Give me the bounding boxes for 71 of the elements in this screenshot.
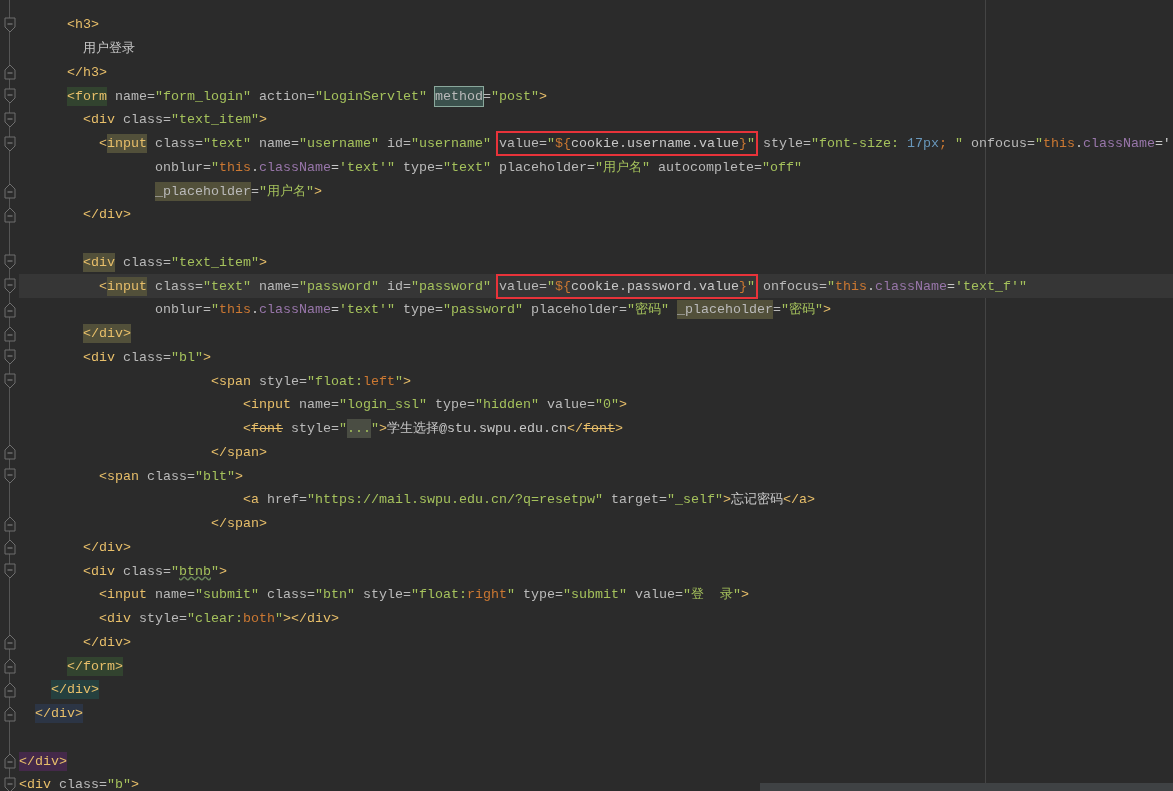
fold-marker-icon[interactable] xyxy=(3,444,16,461)
fold-marker-icon[interactable] xyxy=(3,278,16,295)
folded-text: ... xyxy=(346,419,371,439)
fold-marker-icon[interactable] xyxy=(3,64,16,81)
fold-marker-icon[interactable] xyxy=(3,111,16,128)
code-text: onfocus="this.className='text_f'" xyxy=(761,277,1027,296)
code-text: <input name="login_ssl" type="hidden" value="0"> xyxy=(241,396,627,415)
highlight-box: value="${cookie.password.value}" xyxy=(498,276,755,296)
fold-marker-icon[interactable] xyxy=(3,468,16,485)
code-text: style="font-size: 17px; " onfocus="this.className=' xyxy=(761,135,1171,154)
code-text: </span> xyxy=(209,515,267,534)
code-text: <div class="b"> xyxy=(19,776,139,791)
code-text: class="text_item"> xyxy=(122,253,267,272)
code-text: < xyxy=(97,277,107,296)
warning-highlight: <div xyxy=(83,252,115,272)
code-text: ="用户名"> xyxy=(250,182,322,201)
code-text: </div> xyxy=(82,633,131,652)
scope-highlight: </div> xyxy=(51,680,99,700)
code-text: name="form_login" action="LoginServlet" xyxy=(114,87,428,106)
fold-marker-icon[interactable] xyxy=(3,681,16,698)
fold-marker-icon[interactable] xyxy=(3,563,16,580)
fold-marker-icon[interactable] xyxy=(3,539,16,556)
code-text: <span class="blt"> xyxy=(97,467,243,486)
fold-marker-icon[interactable] xyxy=(3,373,16,390)
code-text: <span style="float:left"> xyxy=(209,372,411,391)
fold-marker-icon[interactable] xyxy=(3,776,16,791)
code-text: <a href="https://mail.swpu.edu.cn/?q=resetpw" target="_self">忘记密码</a> xyxy=(241,491,815,510)
code-text: ="密码"> xyxy=(772,301,831,320)
fold-marker-icon[interactable] xyxy=(3,16,16,33)
code-text: class="text" name="username" id="username" xyxy=(153,135,492,154)
fold-marker-icon[interactable] xyxy=(3,183,16,200)
warning-highlight: _placeholder xyxy=(676,300,773,320)
scope-highlight: </div> xyxy=(35,704,83,724)
warning-highlight: _placeholder xyxy=(155,181,251,201)
code-text: <div class="btnb"> xyxy=(82,562,227,581)
code-text: </div> xyxy=(82,538,131,557)
code-text: <div class="text_item"> xyxy=(82,111,267,130)
fold-marker-icon[interactable] xyxy=(3,515,16,532)
fold-marker-icon[interactable] xyxy=(3,658,16,675)
horizontal-scrollbar[interactable] xyxy=(760,783,1173,791)
code-text: </span> xyxy=(209,443,267,462)
code-text: <h3> xyxy=(66,16,99,35)
highlight-box: value="${cookie.username.value}" xyxy=(498,134,755,154)
code-text: <font style=" xyxy=(241,420,347,439)
scope-highlight: </div> xyxy=(19,751,67,771)
warning-highlight: input xyxy=(107,134,147,154)
fold-marker-icon[interactable] xyxy=(3,206,16,223)
code-text: class="text" name="password" id="password" xyxy=(153,277,492,296)
warning-highlight: </div> xyxy=(83,324,131,344)
fold-marker-icon[interactable] xyxy=(3,634,16,651)
fold-marker-icon[interactable] xyxy=(3,301,16,318)
fold-marker-icon[interactable] xyxy=(3,349,16,366)
fold-marker-icon[interactable] xyxy=(3,135,16,152)
code-text: <div class="bl"> xyxy=(82,348,211,367)
fold-marker-icon[interactable] xyxy=(3,325,16,342)
matched-tag-highlight: </form> xyxy=(67,656,123,676)
code-text: </h3> xyxy=(66,63,107,82)
fold-marker-icon[interactable] xyxy=(3,88,16,105)
code-text: ">学生选择@stu.swpu.edu.cn</font> xyxy=(370,420,623,439)
fold-marker-icon[interactable] xyxy=(3,254,16,271)
code-text: 用户登录 xyxy=(82,40,135,59)
code-text: onblur="this.className='text'" type="text" placeholder="用户名" autocomplete="off" xyxy=(153,158,802,177)
fold-marker-icon[interactable] xyxy=(3,753,16,770)
code-text: <div style="clear:both"></div> xyxy=(97,610,339,629)
code-text: </div> xyxy=(82,206,131,225)
matched-tag-highlight: <form xyxy=(67,86,107,106)
code-text: < xyxy=(97,135,107,154)
code-text: <input name="submit" class="btn" style="float:right" type="submit" value="登 录"> xyxy=(97,586,749,605)
code-text: onblur="this.className='text'" type="password" placeholder="密码" xyxy=(153,301,670,320)
usage-highlight: method xyxy=(434,86,483,106)
fold-marker-icon[interactable] xyxy=(3,705,16,722)
